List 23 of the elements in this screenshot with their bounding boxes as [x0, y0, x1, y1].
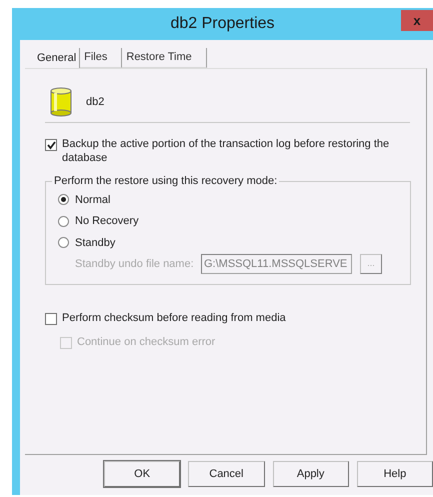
- field-label: Standby undo file name:: [75, 256, 195, 272]
- tab[interactable]: Files: [80, 48, 122, 68]
- database-name: db2: [86, 94, 104, 110]
- dialog-button[interactable]: Apply: [272, 461, 349, 487]
- radio-button[interactable]: [58, 237, 69, 248]
- checkbox[interactable]: [45, 313, 57, 325]
- radio-button[interactable]: [58, 194, 69, 206]
- tab[interactable]: Restore Time: [122, 48, 207, 68]
- checkbox[interactable]: [45, 139, 57, 151]
- dialog-button[interactable]: Cancel: [188, 461, 264, 487]
- checkbox-label: Continue on checksum error: [77, 335, 216, 349]
- database-icon: [50, 87, 72, 117]
- dialog-button[interactable]: Help: [356, 461, 433, 487]
- checkbox-label: Backup the active portion of the transaction log before restoring the database: [62, 137, 390, 165]
- radio-label: No Recovery: [75, 214, 139, 229]
- radio-label: Normal: [75, 192, 110, 208]
- radio-label: Standby: [75, 236, 116, 250]
- close-button[interactable]: x: [401, 10, 433, 31]
- checkbox-label: Perform checksum before reading from media: [62, 311, 286, 325]
- radio-button[interactable]: [58, 216, 69, 227]
- group-legend: Perform the restore using this recovery mode:: [52, 173, 280, 190]
- window-title: db2 Properties: [170, 14, 275, 34]
- dialog-button[interactable]: OK: [104, 461, 180, 487]
